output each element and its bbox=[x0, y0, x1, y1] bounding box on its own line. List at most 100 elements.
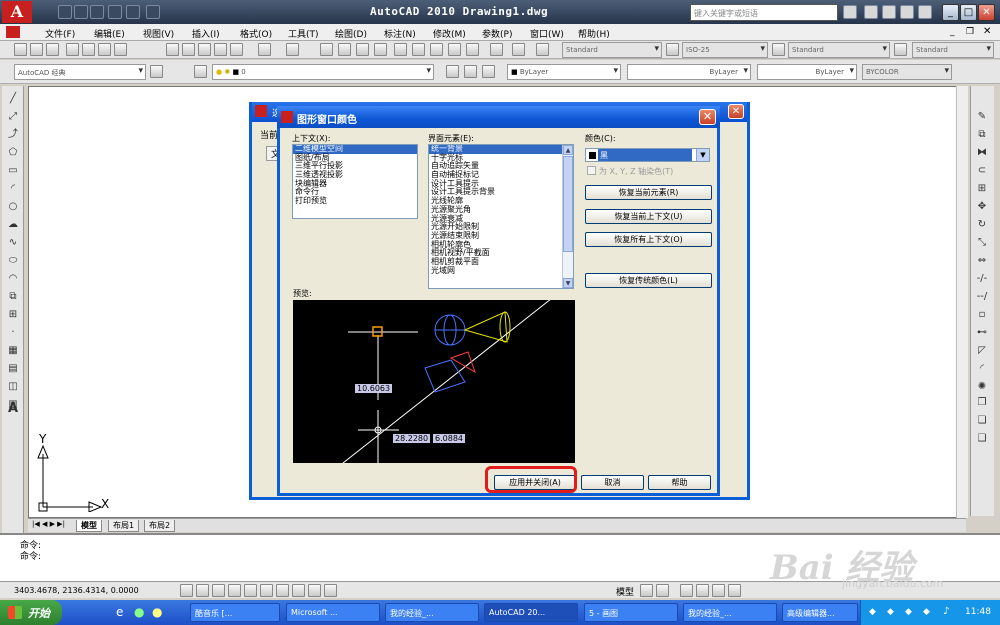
lineweight-combo[interactable]: ByLayer bbox=[757, 64, 857, 80]
circle-icon[interactable]: ○ bbox=[6, 200, 20, 214]
volume-icon[interactable]: ♪ bbox=[943, 606, 949, 617]
lwt-icon[interactable] bbox=[308, 584, 321, 597]
taskbar-item[interactable]: 我的经验_... bbox=[683, 603, 777, 622]
copy-object-icon[interactable]: ⧉ bbox=[975, 128, 989, 142]
cancel-button[interactable]: 取消 bbox=[581, 475, 644, 490]
scroll-up-icon[interactable]: ▲ bbox=[563, 145, 573, 155]
offset-icon[interactable]: ⊂ bbox=[975, 164, 989, 178]
doc-icon[interactable] bbox=[6, 26, 20, 38]
pan-icon[interactable] bbox=[320, 43, 333, 56]
scale-icon[interactable]: ⤡ bbox=[975, 236, 989, 250]
showmotion-icon[interactable] bbox=[728, 584, 741, 597]
polyline-icon[interactable]: ⤴ bbox=[6, 128, 20, 142]
hatch-icon[interactable]: ▦ bbox=[6, 344, 20, 358]
undo-tb-icon[interactable] bbox=[258, 43, 271, 56]
open-file-icon[interactable] bbox=[30, 43, 43, 56]
restore-context-button[interactable]: 恢复当前上下文(U) bbox=[585, 209, 712, 224]
maximize-button[interactable]: □ bbox=[960, 4, 977, 21]
ie-icon[interactable]: e bbox=[116, 605, 123, 619]
block-editor-icon[interactable] bbox=[230, 43, 243, 56]
properties-icon[interactable] bbox=[394, 43, 407, 56]
move-icon[interactable]: ✥ bbox=[975, 200, 989, 214]
region-icon[interactable]: ◫ bbox=[6, 380, 20, 394]
pan-status-icon[interactable] bbox=[680, 584, 693, 597]
menu-parametric[interactable]: 参数(P) bbox=[482, 27, 512, 40]
comm-center-icon[interactable] bbox=[882, 5, 896, 19]
restore-classic-button[interactable]: 恢复传统颜色(L) bbox=[585, 273, 712, 288]
dialog-close-button[interactable]: ✕ bbox=[699, 109, 716, 125]
text-style-icon[interactable] bbox=[536, 43, 549, 56]
new-icon[interactable] bbox=[58, 5, 72, 19]
dim-style-combo[interactable]: ISO-25 bbox=[682, 42, 768, 58]
workspace-settings-icon[interactable] bbox=[150, 65, 163, 78]
print-preview-icon[interactable] bbox=[82, 43, 95, 56]
mirror-icon[interactable]: ⧓ bbox=[975, 146, 989, 160]
menu-help[interactable]: 帮助(H) bbox=[578, 27, 610, 40]
options-close-button[interactable]: ✕ bbox=[728, 104, 744, 119]
osnap-icon[interactable] bbox=[244, 584, 257, 597]
point-icon[interactable]: · bbox=[6, 326, 20, 340]
menu-view[interactable]: 视图(V) bbox=[143, 27, 174, 40]
tab-model[interactable]: 模型 bbox=[76, 520, 102, 532]
table-style-icon[interactable] bbox=[772, 43, 785, 56]
quick-view-layouts-icon[interactable] bbox=[640, 584, 653, 597]
scroll-down-icon[interactable]: ▼ bbox=[563, 278, 573, 288]
taskbar-item[interactable]: 酷音乐 [... bbox=[190, 603, 280, 622]
layer-manager-icon[interactable] bbox=[194, 65, 207, 78]
grid-icon[interactable] bbox=[196, 584, 209, 597]
arc-icon[interactable]: ◜ bbox=[6, 182, 20, 196]
draworder-icon[interactable]: ❐ bbox=[975, 396, 989, 410]
context-item[interactable]: 打印预览 bbox=[293, 196, 417, 206]
mleader-style-icon[interactable] bbox=[894, 43, 907, 56]
menu-edit[interactable]: 编辑(E) bbox=[94, 27, 125, 40]
copy-icon[interactable] bbox=[182, 43, 195, 56]
tab-layout1[interactable]: 布局1 bbox=[108, 520, 140, 532]
menu-tools[interactable]: 工具(T) bbox=[288, 27, 319, 40]
layer-previous-icon[interactable] bbox=[464, 65, 477, 78]
open-icon[interactable] bbox=[74, 5, 88, 19]
dyn-icon[interactable] bbox=[292, 584, 305, 597]
workspace-combo[interactable]: AutoCAD 经典 bbox=[14, 64, 146, 80]
mtext-icon[interactable]: A bbox=[6, 402, 20, 416]
model-label[interactable]: 模型 bbox=[616, 585, 634, 598]
color-select[interactable]: 黑 ▼ bbox=[585, 148, 710, 162]
minimize-button[interactable]: _ bbox=[942, 4, 959, 21]
menu-dimension[interactable]: 标注(N) bbox=[384, 27, 416, 40]
design-center-icon[interactable] bbox=[412, 43, 425, 56]
extend-icon[interactable]: --/ bbox=[975, 290, 989, 304]
zoom-realtime-icon[interactable] bbox=[338, 43, 351, 56]
cut-icon[interactable] bbox=[166, 43, 179, 56]
restore-all-button[interactable]: 恢复所有上下文(O) bbox=[585, 232, 712, 247]
steeringwheel-icon[interactable] bbox=[712, 584, 725, 597]
tray-icon[interactable]: ◆ bbox=[905, 607, 912, 617]
qp-icon[interactable] bbox=[324, 584, 337, 597]
doc-restore-icon[interactable]: ❐ bbox=[966, 27, 974, 37]
zoom-window-icon[interactable] bbox=[356, 43, 369, 56]
publish-icon[interactable] bbox=[98, 43, 111, 56]
bring-front-icon[interactable]: ❏ bbox=[975, 414, 989, 428]
print-icon[interactable] bbox=[66, 43, 79, 56]
zoom-status-icon[interactable] bbox=[696, 584, 709, 597]
trim-icon[interactable]: -/- bbox=[975, 272, 989, 286]
help-button[interactable]: 帮助 bbox=[648, 475, 711, 490]
save-icon[interactable] bbox=[90, 5, 104, 19]
element-list-scrollbar[interactable]: ▲ ▼ bbox=[562, 145, 573, 288]
context-list[interactable]: 二维模型空间 图纸/布局 三维平行投影 三维透视投影 块编辑器 命令行 打印预览 bbox=[292, 144, 418, 219]
start-button[interactable]: 开始 bbox=[0, 600, 62, 625]
taskbar-item[interactable]: 5 - 画图 bbox=[584, 603, 678, 622]
help-tb-icon[interactable] bbox=[512, 43, 525, 56]
make-current-icon[interactable] bbox=[446, 65, 459, 78]
menu-format[interactable]: 格式(O) bbox=[240, 27, 272, 40]
snap-icon[interactable] bbox=[180, 584, 193, 597]
polar-icon[interactable] bbox=[228, 584, 241, 597]
quicklaunch-icon[interactable]: ● bbox=[152, 605, 162, 619]
dim-style-icon[interactable] bbox=[666, 43, 679, 56]
doc-close-icon[interactable]: ✕ bbox=[983, 26, 991, 37]
chevron-down-icon[interactable]: ▼ bbox=[696, 149, 709, 161]
sheet-set-icon[interactable] bbox=[448, 43, 461, 56]
command-prompt[interactable]: 命令: bbox=[20, 549, 41, 562]
rectangle-icon[interactable]: ▭ bbox=[6, 164, 20, 178]
close-button[interactable]: ✕ bbox=[978, 4, 995, 21]
paste-icon[interactable] bbox=[198, 43, 211, 56]
calculator-icon[interactable] bbox=[490, 43, 503, 56]
